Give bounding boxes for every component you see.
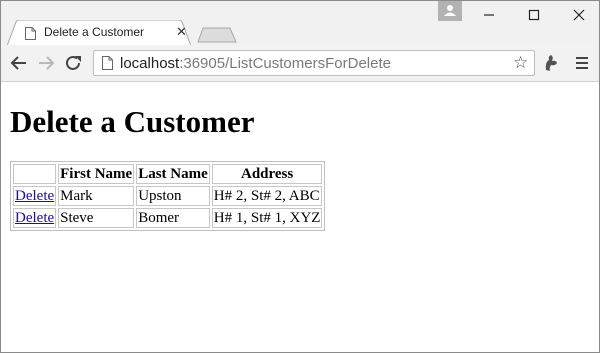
close-window-icon[interactable] <box>567 5 591 25</box>
page-heading: Delete a Customer <box>10 104 255 139</box>
star-icon[interactable]: ☆ <box>513 53 528 73</box>
url-host: localhost <box>120 55 180 72</box>
action-cell: Delete <box>13 208 57 228</box>
delete-link[interactable]: Delete <box>15 210 54 226</box>
last-name-cell: Bomer <box>136 208 210 228</box>
back-arrow-icon[interactable] <box>9 54 29 72</box>
hamburger-menu-icon[interactable] <box>575 55 589 71</box>
table-row: Delete Steve Bomer H# 1, St# 1, XYZ <box>13 208 323 228</box>
header-action <box>13 164 57 184</box>
user-icon <box>444 5 456 16</box>
title-bar: Delete a Customer ✕ <box>1 1 599 46</box>
table-header-row: First Name Last Name Address <box>13 164 323 184</box>
header-first-name: First Name <box>58 164 135 184</box>
header-last-name: Last Name <box>136 164 210 184</box>
customers-table: First Name Last Name Address Delete Mark… <box>10 161 326 231</box>
action-cell: Delete <box>13 186 57 206</box>
reload-icon[interactable] <box>64 54 84 72</box>
address-bar[interactable]: localhost:36905/ListCustomersForDelete ☆ <box>93 50 535 76</box>
last-name-cell: Upston <box>136 186 210 206</box>
url-path: :36905/ListCustomersForDelete <box>179 55 391 72</box>
browser-tab[interactable]: Delete a Customer ✕ <box>7 20 191 46</box>
first-name-cell: Mark <box>58 186 135 206</box>
extension-icon[interactable] <box>543 54 559 72</box>
minimize-icon[interactable] <box>477 5 501 25</box>
tab-close-icon[interactable]: ✕ <box>176 25 187 39</box>
header-address: Address <box>211 164 323 184</box>
delete-link[interactable]: Delete <box>15 188 54 204</box>
page-content: Delete a Customer First Name Last Name A… <box>1 82 599 352</box>
tab-title: Delete a Customer <box>44 25 145 39</box>
page-info-icon[interactable] <box>102 56 113 70</box>
maximize-icon[interactable] <box>522 5 546 25</box>
address-cell: H# 1, St# 1, XYZ <box>211 208 323 228</box>
page-favicon-icon <box>25 27 36 40</box>
url-text[interactable]: localhost:36905/ListCustomersForDelete <box>120 55 391 72</box>
forward-arrow-icon[interactable] <box>36 54 56 72</box>
new-tab-button[interactable] <box>197 27 237 43</box>
address-cell: H# 2, St# 2, ABC <box>211 186 323 206</box>
user-profile-button[interactable] <box>438 1 462 21</box>
browser-window: Delete a Customer ✕ localhost:36905/List… <box>0 0 600 353</box>
first-name-cell: Steve <box>58 208 135 228</box>
table-row: Delete Mark Upston H# 2, St# 2, ABC <box>13 186 323 206</box>
